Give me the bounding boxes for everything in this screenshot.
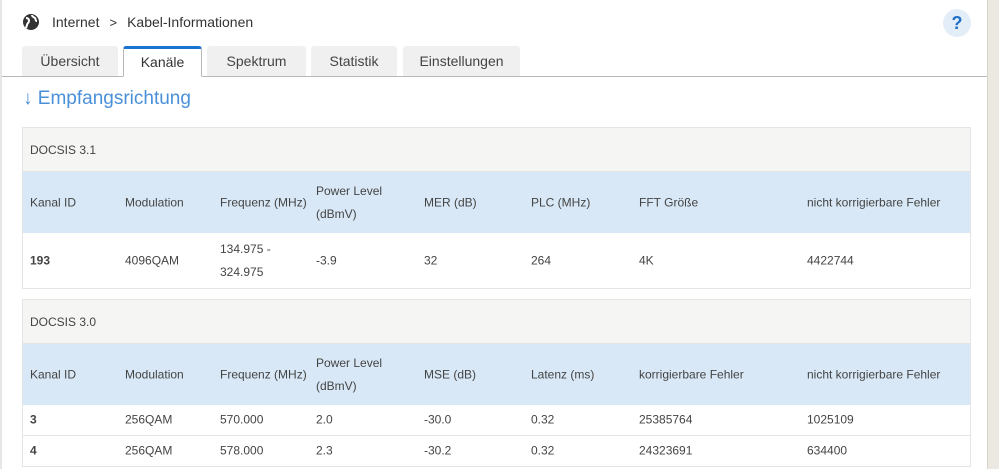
- col-header: Modulation: [125, 367, 184, 381]
- cell: 134.975 - 324.975: [220, 241, 271, 279]
- section-heading: ↓ Empfangsrichtung: [23, 88, 191, 109]
- cell: 4422744: [807, 253, 854, 267]
- globe-icon: [23, 14, 39, 30]
- page: Internet > Kabel-Informationen ? Übersic…: [0, 0, 989, 469]
- table-title: DOCSIS 3.1: [23, 128, 970, 172]
- breadcrumb: Internet > Kabel-Informationen: [22, 12, 253, 32]
- tab-uebersicht[interactable]: Übersicht: [22, 46, 118, 76]
- cell: 0.32: [531, 412, 555, 427]
- cell: -30.2: [424, 443, 452, 458]
- table-row: 193 4096QAM 134.975 - 324.975 -3.9 32 26…: [23, 233, 970, 288]
- cell: -3.9: [316, 253, 337, 267]
- tab-statistik[interactable]: Statistik: [311, 46, 397, 76]
- col-header: MSE (dB): [424, 367, 477, 381]
- col-header: nicht korrigierbare Fehler: [807, 195, 941, 209]
- breadcrumb-current: Kabel-Informationen: [127, 14, 254, 30]
- table-header: Kanal ID Modulation Frequenz (MHz) Power…: [23, 172, 970, 233]
- col-header: Kanal ID: [30, 195, 77, 209]
- cell: 0.32: [531, 443, 555, 458]
- col-header: Power Level (dBmV): [316, 183, 383, 221]
- col-header: Modulation: [125, 195, 184, 209]
- cell: 25385764: [639, 412, 693, 427]
- cell: 634400: [807, 443, 848, 458]
- cell: 1025109: [807, 412, 854, 427]
- table-header: Kanal ID Modulation Frequenz (MHz) Power…: [23, 344, 970, 405]
- col-header: Latenz (ms): [531, 367, 595, 381]
- breadcrumb-internet[interactable]: Internet: [52, 14, 99, 30]
- col-header: Frequenz (MHz): [220, 195, 307, 209]
- tab-einstellungen[interactable]: Einstellungen: [403, 46, 520, 76]
- cell: 4: [30, 443, 37, 458]
- cell: 32: [424, 253, 438, 267]
- docsis30-table: DOCSIS 3.0 Kanal ID Modulation Frequenz …: [22, 299, 971, 467]
- col-header: nicht korrigierbare Fehler: [807, 367, 941, 381]
- help-button[interactable]: ?: [943, 9, 971, 37]
- col-header: korrigierbare Fehler: [639, 367, 744, 381]
- docsis31-table: DOCSIS 3.1 Kanal ID Modulation Frequenz …: [22, 127, 971, 289]
- cell: -30.0: [424, 412, 452, 427]
- cell: 3: [30, 412, 37, 427]
- table-title: DOCSIS 3.0: [23, 300, 970, 344]
- cell: 193: [30, 253, 51, 267]
- cell: 264: [531, 253, 552, 267]
- tab-spektrum[interactable]: Spektrum: [207, 46, 306, 76]
- chevron-right-icon: >: [109, 14, 118, 30]
- tab-bar: Übersicht Kanäle Spektrum Statistik Eins…: [2, 46, 989, 77]
- cell: 256QAM: [125, 443, 173, 458]
- cell: 578.000: [220, 443, 264, 458]
- cell: 2.0: [316, 412, 333, 427]
- cell: 24323691: [639, 443, 693, 458]
- col-header: Frequenz (MHz): [220, 367, 307, 381]
- cell: 570.000: [220, 412, 264, 427]
- table-row: 4 256QAM 578.000 2.3 -30.2 0.32 24323691…: [23, 436, 970, 467]
- col-header: Power Level (dBmV): [316, 355, 383, 393]
- vertical-scrollbar[interactable]: [987, 0, 999, 469]
- cell: 256QAM: [125, 412, 173, 427]
- col-header: FFT Größe: [639, 195, 699, 209]
- table-row: 3 256QAM 570.000 2.0 -30.0 0.32 25385764…: [23, 405, 970, 436]
- col-header: PLC (MHz): [531, 195, 591, 209]
- cell: 2.3: [316, 443, 333, 458]
- cell: 4096QAM: [125, 253, 180, 267]
- col-header: Kanal ID: [30, 367, 77, 381]
- tab-kanaele[interactable]: Kanäle: [123, 46, 202, 77]
- col-header: MER (dB): [424, 195, 477, 209]
- cell: 4K: [639, 253, 654, 267]
